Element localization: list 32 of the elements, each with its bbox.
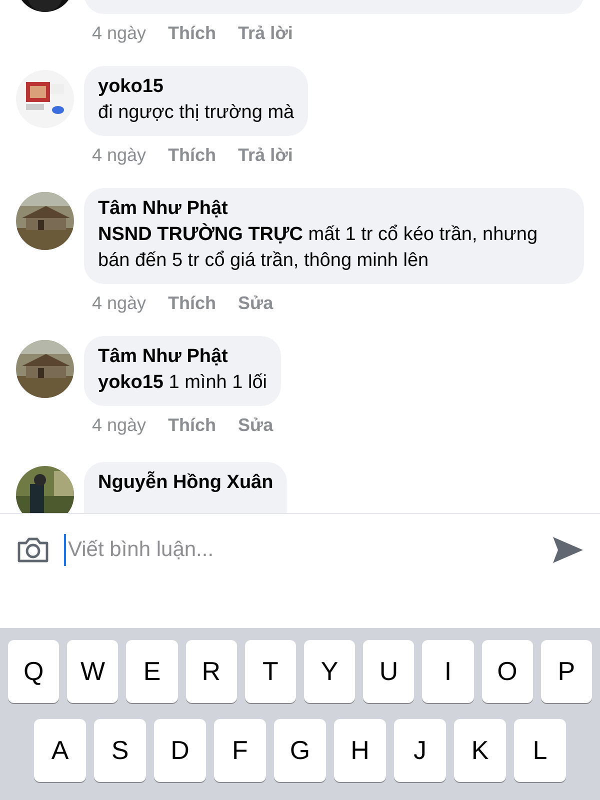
keyboard-key[interactable]: R bbox=[186, 640, 237, 703]
keyboard-key[interactable]: L bbox=[514, 719, 566, 782]
keyboard-key[interactable]: O bbox=[482, 640, 533, 703]
keyboard-key[interactable]: F bbox=[214, 719, 266, 782]
comment-time: 4 ngày bbox=[92, 22, 146, 45]
comment-text: NSND TRƯỜNG TRỰC mất 1 tr cổ kéo trần, nhưng bán đến 5 tr cổ giá trần, thông minh lên bbox=[98, 222, 539, 273]
keyboard-key[interactable]: K bbox=[454, 719, 506, 782]
keyboard-key[interactable]: D bbox=[154, 719, 206, 782]
keyboard-key[interactable]: Q bbox=[8, 640, 60, 703]
keyboard-key[interactable]: P bbox=[540, 640, 592, 703]
keyboard-key[interactable]: A bbox=[34, 719, 86, 782]
keyboard-key[interactable]: G bbox=[274, 719, 326, 782]
comment-text: đi ngược thị trường mà bbox=[98, 101, 294, 125]
keyboard-key[interactable]: Y bbox=[304, 640, 356, 703]
keyboard-key[interactable]: S bbox=[94, 719, 146, 782]
keyboard-key[interactable]: U bbox=[363, 640, 414, 703]
comment-time: 4 ngày bbox=[92, 292, 146, 315]
keyboard-key[interactable]: W bbox=[67, 640, 118, 703]
keyboard-key[interactable]: I bbox=[422, 640, 474, 703]
comment-time: 4 ngày bbox=[92, 144, 146, 167]
keyboard-key[interactable]: H bbox=[334, 719, 386, 782]
keyboard-key[interactable]: J bbox=[394, 719, 446, 782]
send-icon[interactable] bbox=[552, 536, 584, 564]
commenter-name[interactable]: Tâm Như Phật bbox=[98, 196, 570, 222]
camera-icon[interactable] bbox=[16, 536, 50, 564]
commenter-name[interactable]: Tâm Như Phật bbox=[98, 344, 267, 370]
comment-time: 4 ngày bbox=[92, 414, 146, 437]
keyboard-key[interactable]: E bbox=[126, 640, 178, 703]
commenter-name[interactable]: Nguyễn Hồng Xuân bbox=[98, 470, 274, 496]
commenter-name[interactable]: yoko15 bbox=[98, 74, 294, 100]
keyboard-key[interactable]: T bbox=[244, 640, 296, 703]
comment-text: yoko15 1 mình 1 lối bbox=[98, 371, 267, 395]
